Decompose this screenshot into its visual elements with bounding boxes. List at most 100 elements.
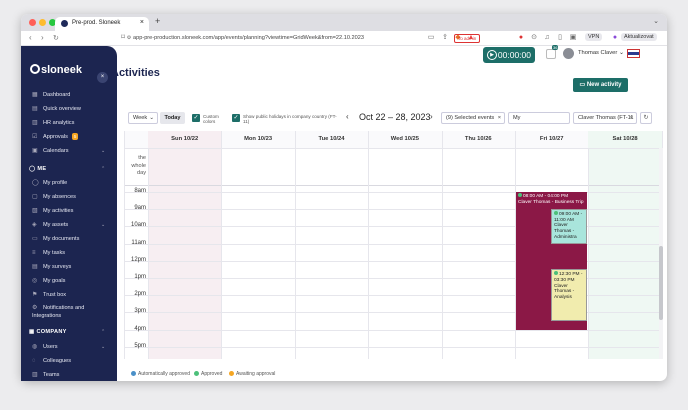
sidebar-item-label: Trust box [43, 292, 67, 298]
clear-filter-icon[interactable]: × [498, 113, 501, 123]
trustbox-icon: ⚑ [32, 292, 38, 298]
new-activity-button[interactable]: ▭ New activity [573, 78, 628, 92]
sidebar-item-my-surveys[interactable]: ▤ My surveys [32, 262, 71, 272]
sidebar-toggle-icon[interactable]: ▯ [556, 34, 564, 42]
refresh-button[interactable]: ↻ [640, 112, 652, 124]
legend-dot-icon [194, 371, 199, 376]
public-holidays-label: Show public holidays in company country … [243, 114, 337, 124]
chevron-down-icon[interactable]: ⌄ [101, 222, 105, 228]
sidebar-item-notifications[interactable]: ⚙ Notifications and Integrations [32, 304, 96, 320]
user-menu[interactable]: Thomas Claver ⌄ [578, 50, 624, 56]
tab-list-chevron-icon[interactable]: ⌄ [653, 17, 659, 25]
sidebar-item-trust-box[interactable]: ⚑ Trust box [32, 290, 66, 300]
avatar[interactable] [563, 48, 574, 59]
sidebar-item-label: My activities [43, 208, 74, 214]
sidebar-item-label: HR analytics [43, 120, 75, 126]
sidebar-item-my-activities[interactable]: ▧ My activities [32, 206, 73, 216]
hour-label: 1pm [134, 274, 146, 280]
sidebar-section-company: ▦ COMPANY [29, 329, 67, 335]
tab-title: Pre-prod. Sloneek [72, 20, 121, 26]
extension-red-icon[interactable]: ● [517, 34, 525, 42]
sidebar-item-my-assets[interactable]: ◈ My assets [32, 220, 68, 230]
legend-label: Automatically approved [138, 371, 190, 377]
sidebar-item-my-goals[interactable]: ◎ My goals [32, 276, 65, 286]
site-settings-icon[interactable]: ⚙ [125, 34, 133, 42]
legend-label: Awaiting approval [236, 371, 276, 377]
calendar-event[interactable]: 12:30 PM - 03:30 PM Claver Thomas - Analy… [551, 269, 588, 321]
day-header[interactable]: Mon 10/23 [221, 131, 294, 148]
sloneek-logo[interactable]: sloneek [30, 64, 82, 76]
extension-icon[interactable]: ⊙ [530, 34, 538, 42]
chevron-down-icon[interactable]: ⌄ [101, 344, 105, 350]
sidebar-item-colleagues[interactable]: ◌ Colleagues [32, 356, 71, 366]
sidebar-item-dashboard[interactable]: ▦ Dashboard [32, 90, 70, 100]
calendar-event[interactable]: 09:00 AM - 11:00 AM Claver Thomas - Admin… [551, 209, 588, 244]
chevron-down-icon[interactable]: ⌄ [101, 148, 105, 154]
day-header[interactable]: Sun 10/22 [148, 131, 222, 148]
vpn-button[interactable]: VPN [585, 33, 603, 41]
clear-person-icon[interactable]: × [630, 113, 633, 123]
timer-button[interactable]: ▶ 00:00:00 [483, 47, 535, 63]
collapse-sidebar-button[interactable]: × [97, 72, 108, 83]
event-title: Claver Thomas - Analysis [554, 283, 575, 300]
close-window-icon[interactable] [29, 19, 36, 26]
timer-value: 00:00:00 [497, 50, 531, 60]
language-flag-icon[interactable] [627, 49, 640, 58]
calendar-scrollbar-thumb[interactable] [659, 246, 663, 320]
view-select[interactable]: Week ⌄ [128, 112, 158, 124]
approvals-icon: ☑ [32, 134, 38, 140]
day-header[interactable]: Thu 10/26 [442, 131, 515, 148]
sidebar-item-label: Colleagues [43, 358, 71, 364]
custom-colors-checkbox[interactable]: ✓ [192, 114, 200, 122]
update-button[interactable]: Aktualizovat [621, 33, 657, 41]
previous-week-arrow[interactable]: ‹ [346, 112, 349, 121]
wallet-icon[interactable]: ▣ [569, 34, 577, 42]
sidebar-item-hr-analytics[interactable]: ▥ HR analytics [32, 118, 74, 128]
sidebar-item-label: Calendars [43, 148, 69, 154]
sidebar-item-my-absences[interactable]: ▢ My absences [32, 192, 76, 202]
sidebar-item-my-profile[interactable]: ◯ My profile [32, 178, 67, 188]
profile-icon: ◯ [32, 180, 39, 186]
chevron-up-icon[interactable]: ⌃ [101, 329, 105, 335]
forward-icon[interactable]: › [41, 33, 44, 42]
hour-label: 11am [131, 239, 146, 246]
share-icon[interactable]: ⇪ [441, 34, 449, 42]
notifications-icon[interactable] [546, 49, 556, 59]
person-select[interactable]: Claver Thomas (FT-11 × [573, 112, 637, 124]
minimize-window-icon[interactable] [39, 19, 46, 26]
url-field[interactable]: app-pre-production.sloneek.com/app/event… [133, 35, 364, 41]
sidebar-item-quick-overview[interactable]: ▤ Quick overview [32, 104, 81, 114]
new-tab-icon[interactable]: + [155, 16, 160, 26]
column-divider [588, 131, 590, 359]
sidebar-item-my-documents[interactable]: ▭ My documents [32, 234, 79, 244]
screen-icon[interactable]: ▭ [427, 34, 435, 42]
day-header[interactable]: Sat 10/28 [588, 131, 662, 148]
scope-select[interactable]: My [508, 112, 570, 124]
to-admin-button[interactable]: To admin [454, 34, 481, 43]
back-icon[interactable]: ‹ [29, 33, 32, 42]
day-header[interactable]: Fri 10/27 [515, 131, 588, 148]
sidebar-item-users[interactable]: ◍ Users [32, 342, 58, 352]
sidebar-item-label: My goals [43, 278, 66, 284]
selected-events-filter[interactable]: (9) Selected events × [441, 112, 505, 124]
close-tab-icon[interactable]: × [140, 19, 144, 26]
day-header[interactable]: Wed 10/25 [368, 131, 441, 148]
sidebar-item-teams[interactable]: ▥ Teams [32, 370, 59, 380]
calendar-icon: ▣ [32, 148, 38, 154]
sidebar-item-approvals[interactable]: ☑ Approvals 5 [32, 132, 79, 142]
event-title: Claver Thomas - Business Trip [518, 199, 584, 205]
browser-tab[interactable]: Pre-prod. Sloneek × [55, 17, 149, 31]
sidebar-item-my-tasks[interactable]: ≡ My tasks [32, 248, 65, 258]
sidebar-item-calendars[interactable]: ▣ Calendars [32, 146, 69, 156]
profile-avatar-icon[interactable]: ● [611, 34, 619, 42]
legend-label: Approved [201, 371, 223, 377]
music-icon[interactable]: ♫ [543, 34, 551, 42]
public-holidays-checkbox[interactable]: ✓ [232, 114, 240, 122]
reload-icon[interactable]: ↻ [53, 34, 59, 42]
chevron-up-icon[interactable]: ⌃ [101, 166, 105, 172]
today-button[interactable]: Today [160, 112, 185, 124]
next-week-arrow[interactable]: › [430, 112, 433, 121]
day-header[interactable]: Tue 10/24 [295, 131, 368, 148]
logo-ring-icon [30, 64, 40, 74]
sloneek-favicon [61, 20, 68, 27]
